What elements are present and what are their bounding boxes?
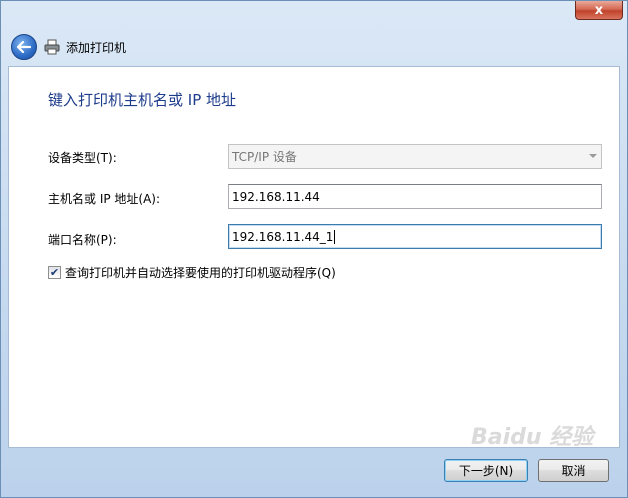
page-heading: 键入打印机主机名或 IP 地址	[48, 91, 237, 109]
back-arrow-icon	[17, 41, 31, 53]
port-name-value: 192.168.11.44_1	[232, 229, 334, 244]
checkmark-icon: ✔	[49, 266, 60, 279]
chevron-down-icon	[589, 154, 597, 158]
printer-icon	[44, 39, 60, 55]
auto-driver-label: 查询打印机并自动选择要使用的打印机驱动程序(Q)	[65, 266, 336, 280]
hostname-input[interactable]: 192.168.11.44	[228, 184, 602, 209]
hostname-value: 192.168.11.44	[232, 189, 320, 204]
wizard-content: 键入打印机主机名或 IP 地址 设备类型(T): TCP/IP 设备 主机名或 …	[8, 66, 620, 448]
wizard-footer: 下一步(N) 取消	[1, 447, 627, 497]
cancel-button[interactable]: 取消	[538, 459, 609, 482]
device-type-value: TCP/IP 设备	[232, 150, 297, 164]
back-button[interactable]	[11, 34, 37, 60]
close-button[interactable]: x	[575, 1, 623, 20]
hostname-label: 主机名或 IP 地址(A):	[48, 192, 161, 206]
close-icon: x	[594, 2, 604, 18]
window-title: 添加打印机	[66, 41, 127, 55]
port-name-label: 端口名称(P):	[48, 233, 117, 247]
device-type-label: 设备类型(T):	[48, 151, 117, 165]
port-name-input[interactable]: 192.168.11.44_1	[228, 224, 602, 249]
add-printer-window: x 添加打印机 键入打印机主机名或 IP 地址 设备类型(T): TCP/IP …	[0, 0, 628, 498]
text-caret	[334, 229, 336, 244]
device-type-select[interactable]: TCP/IP 设备	[228, 144, 602, 169]
auto-driver-option[interactable]: ✔ 查询打印机并自动选择要使用的打印机驱动程序(Q)	[48, 264, 336, 281]
next-button[interactable]: 下一步(N)	[444, 459, 528, 482]
auto-driver-checkbox[interactable]: ✔	[48, 266, 61, 279]
